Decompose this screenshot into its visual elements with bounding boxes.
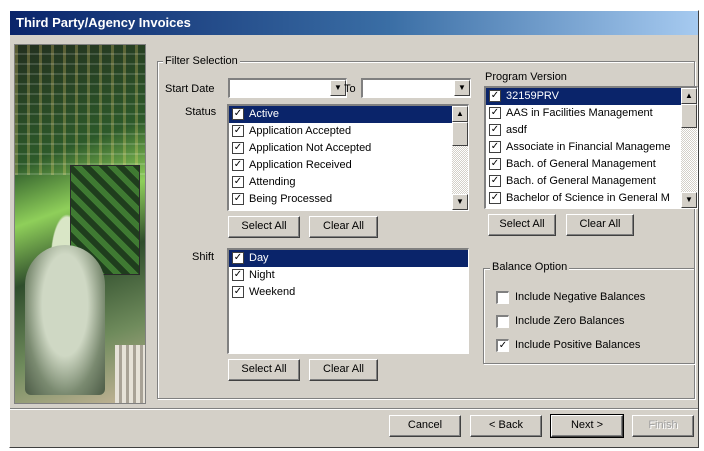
list-item[interactable]: ✓ Bachelor of Science in General M xyxy=(486,190,697,207)
shift-label: Shift xyxy=(192,251,215,263)
list-item[interactable]: ✓ Application Accepted xyxy=(229,123,468,140)
checkbox[interactable]: ✓ xyxy=(489,107,501,119)
balance-option-label: Include Positive Balances xyxy=(515,339,641,351)
program-clear-all-button[interactable]: Clear All xyxy=(566,214,634,236)
list-item[interactable]: ✓ Associate in Financial Manageme xyxy=(486,139,697,156)
status-label: Status xyxy=(185,106,217,118)
program-scrollbar[interactable]: ▲ ▼ xyxy=(681,88,697,208)
checkbox[interactable]: ✓ xyxy=(232,269,244,281)
status-select-all-button[interactable]: Select All xyxy=(228,216,300,238)
wizard-window: Third Party/Agency Invoices Filter Selec… xyxy=(9,10,699,448)
list-item[interactable]: ✓ Application Not Accepted xyxy=(229,140,468,157)
list-item[interactable]: ✓ Being Processed xyxy=(229,191,468,208)
list-item-label: Application Received xyxy=(249,159,352,171)
arrow-down-icon[interactable]: ▼ xyxy=(681,192,697,208)
checkbox[interactable]: ✓ xyxy=(232,286,244,298)
list-item[interactable]: ✓ Night xyxy=(229,267,468,284)
list-item-label: Being Processed xyxy=(249,193,333,205)
checkbox[interactable]: ✓ xyxy=(232,252,244,264)
to-label: To xyxy=(344,83,356,95)
filter-selection-label: Filter Selection xyxy=(163,55,240,67)
arrow-up-icon[interactable]: ▲ xyxy=(681,88,697,104)
checkbox[interactable]: ✓ xyxy=(232,176,244,188)
shift-select-all-button[interactable]: Select All xyxy=(228,359,300,381)
checkbox[interactable]: ✓ xyxy=(489,158,501,170)
program-version-label: Program Version xyxy=(485,71,567,83)
list-item[interactable]: ✓ Attending xyxy=(229,174,468,191)
list-item-label: Attending xyxy=(249,176,296,188)
checkbox[interactable]: ✓ xyxy=(232,193,244,205)
start-date-dropdown[interactable]: ▼ xyxy=(228,78,347,98)
list-item-label: Application Not Accepted xyxy=(249,142,372,154)
checkbox[interactable]: ✓ xyxy=(489,90,501,102)
checkbox[interactable]: ✓ xyxy=(489,175,501,187)
finish-button: Finish xyxy=(632,415,694,437)
checkbox[interactable]: ✓ xyxy=(489,124,501,136)
window-title: Third Party/Agency Invoices xyxy=(10,11,698,35)
status-scrollbar[interactable]: ▲ ▼ xyxy=(452,106,468,210)
list-item-label: Active xyxy=(249,108,279,120)
checkbox[interactable]: ✓ xyxy=(232,159,244,171)
list-item-label: Bach. of General Management xyxy=(506,158,656,170)
status-clear-all-button[interactable]: Clear All xyxy=(309,216,378,238)
scroll-thumb[interactable] xyxy=(452,122,468,146)
list-item-label: Bachelor of Science in General M xyxy=(506,192,670,204)
list-item[interactable]: ✓ asdf xyxy=(486,122,697,139)
list-item[interactable]: ✓ Bach. of General Management xyxy=(486,173,697,190)
footer-separator xyxy=(10,408,698,410)
finish-label: Finish xyxy=(648,419,678,431)
list-item[interactable]: ✓ Application Received xyxy=(229,157,468,174)
checkbox[interactable] xyxy=(496,291,509,304)
balance-option-label: Include Negative Balances xyxy=(515,291,646,303)
list-item[interactable]: ✓ Day xyxy=(229,250,468,267)
list-item-label: AAS in Facilities Management xyxy=(506,107,653,119)
balance-option-label: Balance Option xyxy=(490,261,570,273)
scroll-thumb[interactable] xyxy=(681,104,697,128)
back-label: < Back xyxy=(489,419,523,431)
list-item[interactable]: ✓ Weekend xyxy=(229,284,468,301)
next-label: Next > xyxy=(570,419,604,431)
start-date-label: Start Date xyxy=(165,83,215,95)
checkbox[interactable]: ✓ xyxy=(232,108,244,120)
next-button[interactable]: Next > xyxy=(550,414,624,438)
program-version-list[interactable]: ✓ 32159PRV ✓ AAS in Facilities Management ✓ a… xyxy=(484,86,698,209)
back-button[interactable]: < Back xyxy=(470,415,542,437)
list-item-label: Associate in Financial Manageme xyxy=(506,141,671,153)
list-item-label: asdf xyxy=(506,124,527,136)
checkbox[interactable]: ✓ xyxy=(489,141,501,153)
end-date-dropdown[interactable]: ▼ xyxy=(361,78,471,98)
shift-clear-all-button[interactable]: Clear All xyxy=(309,359,378,381)
chevron-down-icon[interactable]: ▼ xyxy=(454,80,470,96)
status-list[interactable]: ✓ Active ✓ Application Accepted ✓ Application… xyxy=(227,104,469,211)
list-item[interactable]: ✓ 32159PRV xyxy=(486,88,697,105)
list-item-label: Application Accepted xyxy=(249,125,352,137)
checkbox[interactable]: ✓ xyxy=(232,125,244,137)
list-item[interactable]: ✓ Active xyxy=(229,106,468,123)
list-item-label: Weekend xyxy=(249,286,296,298)
list-item-label: Night xyxy=(249,269,275,281)
program-select-all-button[interactable]: Select All xyxy=(488,214,556,236)
list-item-label: Bach. of General Management xyxy=(506,175,656,187)
list-item-label: 32159PRV xyxy=(506,90,560,102)
arrow-up-icon[interactable]: ▲ xyxy=(452,106,468,122)
list-item[interactable]: ✓ Bach. of General Management xyxy=(486,156,697,173)
checkbox[interactable]: ✓ xyxy=(489,192,501,204)
checkbox[interactable]: ✓ xyxy=(496,339,509,352)
arrow-down-icon[interactable]: ▼ xyxy=(452,194,468,210)
checkbox[interactable] xyxy=(496,315,509,328)
cancel-label: Cancel xyxy=(407,419,443,431)
cancel-button[interactable]: Cancel xyxy=(389,415,461,437)
money-decorative-image xyxy=(14,44,146,404)
list-item[interactable]: ✓ AAS in Facilities Management xyxy=(486,105,697,122)
list-item-label: Day xyxy=(249,252,269,264)
balance-option-label: Include Zero Balances xyxy=(515,315,625,327)
checkbox[interactable]: ✓ xyxy=(232,142,244,154)
shift-list[interactable]: ✓ Day ✓ Night ✓ Weekend xyxy=(227,248,469,354)
